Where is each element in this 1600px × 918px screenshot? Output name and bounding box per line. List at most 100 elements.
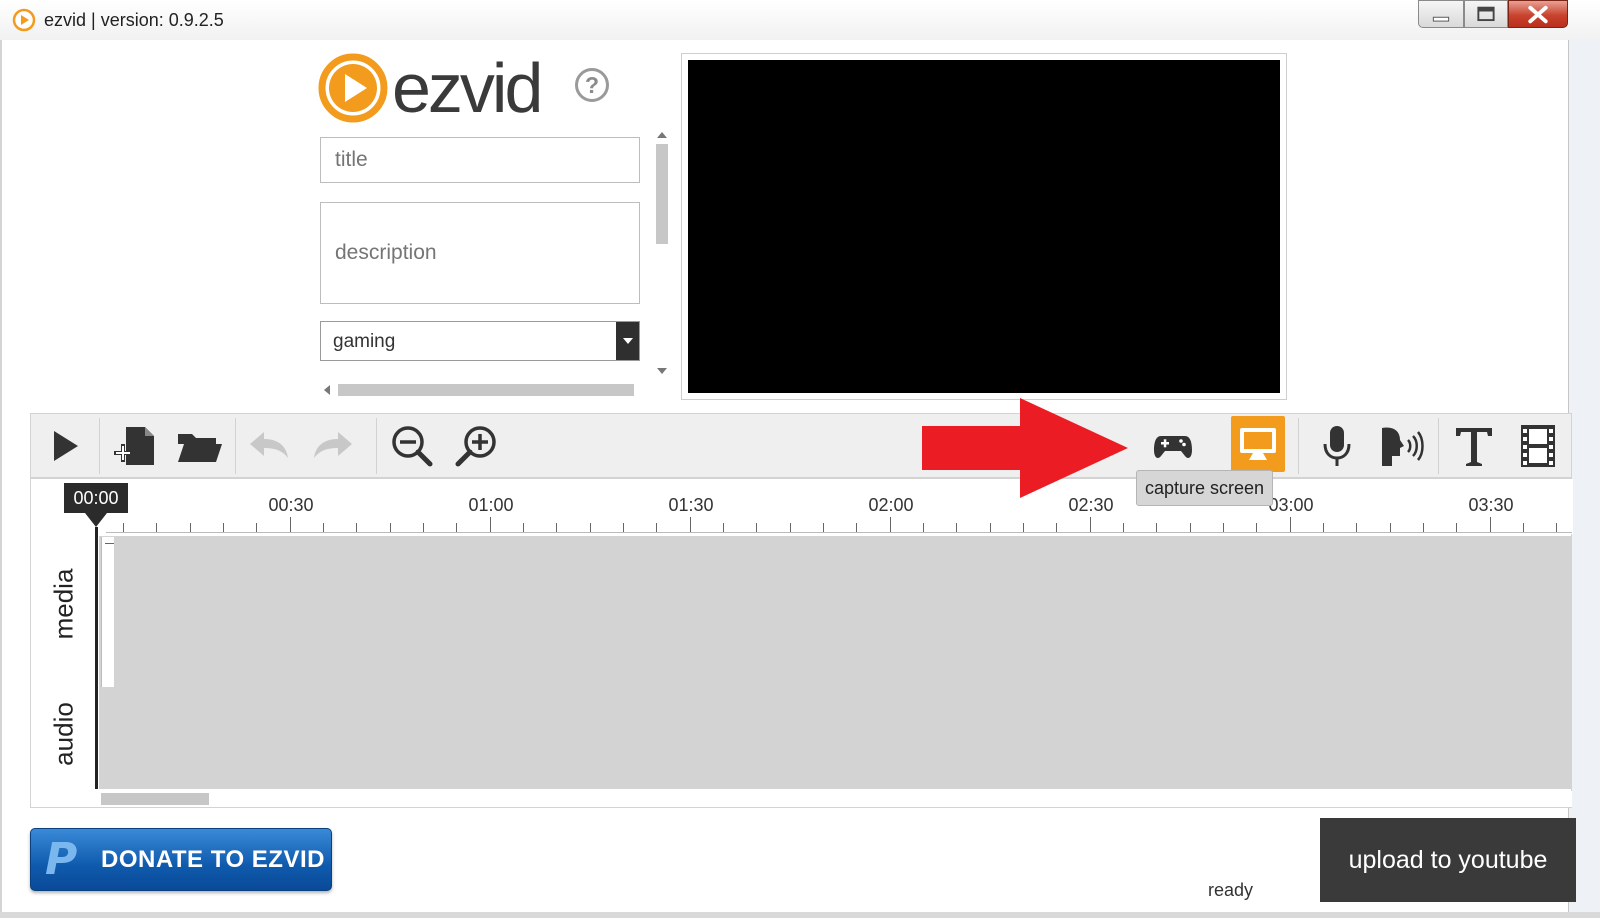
redo-button[interactable] (308, 422, 358, 470)
ruler-tick (123, 523, 124, 532)
ruler-tick (1556, 523, 1557, 532)
tick-label: 03:30 (1468, 495, 1514, 515)
tick-label: 01:00 (468, 495, 514, 515)
window-controls (1418, 0, 1568, 28)
editor-toolbar (30, 413, 1572, 478)
ruler-baseline (106, 532, 1572, 533)
gamepad-icon (1154, 436, 1192, 458)
title-input[interactable] (320, 137, 640, 183)
open-project-button[interactable] (174, 422, 224, 470)
ruler-tick (1090, 517, 1091, 532)
ruler-tick (590, 523, 591, 532)
minimize-button[interactable] (1418, 0, 1464, 28)
chevron-down-icon[interactable] (616, 322, 639, 360)
ruler-tick (756, 523, 757, 532)
close-button[interactable] (1508, 0, 1568, 28)
ruler-tick (723, 523, 724, 532)
media-clip-marker[interactable] (101, 537, 114, 687)
ruler-tick (990, 523, 991, 532)
ruler-tick (890, 517, 891, 532)
add-film-button[interactable] (1513, 422, 1563, 470)
ezvid-logo: ezvid (318, 49, 568, 131)
ruler-tick (956, 523, 957, 532)
zoom-in-button[interactable] (451, 422, 501, 470)
toolbar-separator (235, 418, 236, 474)
timeline-ruler[interactable]: 00:30 01:00 01:30 02:00 02:30 03:00 03:3… (31, 479, 1573, 534)
ruler-tick (1223, 523, 1224, 532)
maximize-icon (1477, 6, 1495, 22)
ruler-tick (290, 517, 291, 532)
window-frame-left (0, 40, 2, 918)
ruler-tick (1323, 523, 1324, 532)
form-horizontal-scrollbar[interactable] (320, 382, 642, 398)
ruler-tick (923, 523, 924, 532)
logo-text: ezvid (392, 52, 540, 126)
playhead-handle[interactable] (85, 513, 107, 527)
playhead-line[interactable] (95, 527, 98, 789)
new-project-icon (114, 427, 154, 465)
scroll-left-icon[interactable] (324, 385, 330, 395)
microphone-icon (1323, 426, 1351, 466)
ruler-tick (323, 523, 324, 532)
timeline-horizontal-scrollbar[interactable] (99, 791, 1572, 807)
playhead-time[interactable]: 00:00 (64, 483, 128, 513)
maximize-button[interactable] (1464, 0, 1508, 28)
video-preview[interactable] (688, 60, 1280, 393)
donate-button[interactable]: P DONATE TO EZVID (30, 828, 332, 891)
scroll-thumb[interactable] (101, 793, 209, 805)
ruler-tick (1290, 517, 1291, 532)
record-voice-button[interactable] (1312, 422, 1362, 470)
tick-label: 00:30 (268, 495, 314, 515)
scroll-down-icon[interactable] (657, 368, 667, 374)
paypal-icon: P (45, 834, 78, 885)
text-icon (1456, 428, 1492, 466)
ruler-tick (1190, 523, 1191, 532)
zoom-in-icon (455, 426, 496, 467)
open-folder-icon (178, 434, 222, 462)
window-frame-bottom (0, 912, 1600, 918)
capture-game-button[interactable] (1148, 422, 1198, 470)
form-vertical-scrollbar[interactable] (654, 128, 670, 380)
ruler-tick (856, 523, 857, 532)
ruler-tick (1056, 523, 1057, 532)
zoom-out-button[interactable] (387, 422, 437, 470)
new-project-button[interactable] (110, 422, 160, 470)
ezvid-app-icon (12, 8, 36, 32)
ruler-tick (1356, 523, 1357, 532)
undo-button[interactable] (244, 422, 294, 470)
ruler-tick (1423, 523, 1424, 532)
ruler-tick (1156, 523, 1157, 532)
red-arrow-annotation (922, 398, 1128, 498)
tick-label: 02:00 (868, 495, 914, 515)
ruler-tick (556, 523, 557, 532)
ruler-tick (1256, 523, 1257, 532)
tick-label: 01:30 (668, 495, 714, 515)
ruler-tick (490, 517, 491, 532)
ruler-tick (690, 517, 691, 532)
scroll-thumb[interactable] (338, 384, 634, 396)
ruler-tick (423, 523, 424, 532)
capture-screen-button[interactable] (1231, 416, 1285, 472)
ruler-tick (456, 523, 457, 532)
upload-to-youtube-button[interactable]: upload to youtube (1320, 818, 1576, 902)
play-button[interactable] (39, 422, 89, 470)
video-preview-frame (681, 53, 1287, 400)
ruler-tick (523, 523, 524, 532)
toolbar-separator (1438, 418, 1439, 474)
help-icon[interactable]: ? (575, 68, 609, 102)
description-input[interactable] (320, 202, 640, 304)
scroll-thumb[interactable] (656, 144, 668, 244)
timeline[interactable]: 00:30 01:00 01:30 02:00 02:30 03:00 03:3… (30, 478, 1573, 808)
ezvid-logo-graphic: ezvid (318, 49, 543, 127)
ruler-tick (223, 523, 224, 532)
film-icon (1521, 425, 1555, 467)
capture-screen-icon (1240, 428, 1276, 460)
category-select[interactable]: gaming (320, 321, 640, 361)
toolbar-separator (99, 418, 100, 474)
text-to-speech-button[interactable] (1376, 422, 1426, 470)
timeline-tracks[interactable] (99, 536, 1572, 789)
ruler-tick (390, 523, 391, 532)
scroll-up-icon[interactable] (657, 132, 667, 138)
undo-icon (250, 432, 288, 458)
add-text-button[interactable] (1449, 422, 1499, 470)
